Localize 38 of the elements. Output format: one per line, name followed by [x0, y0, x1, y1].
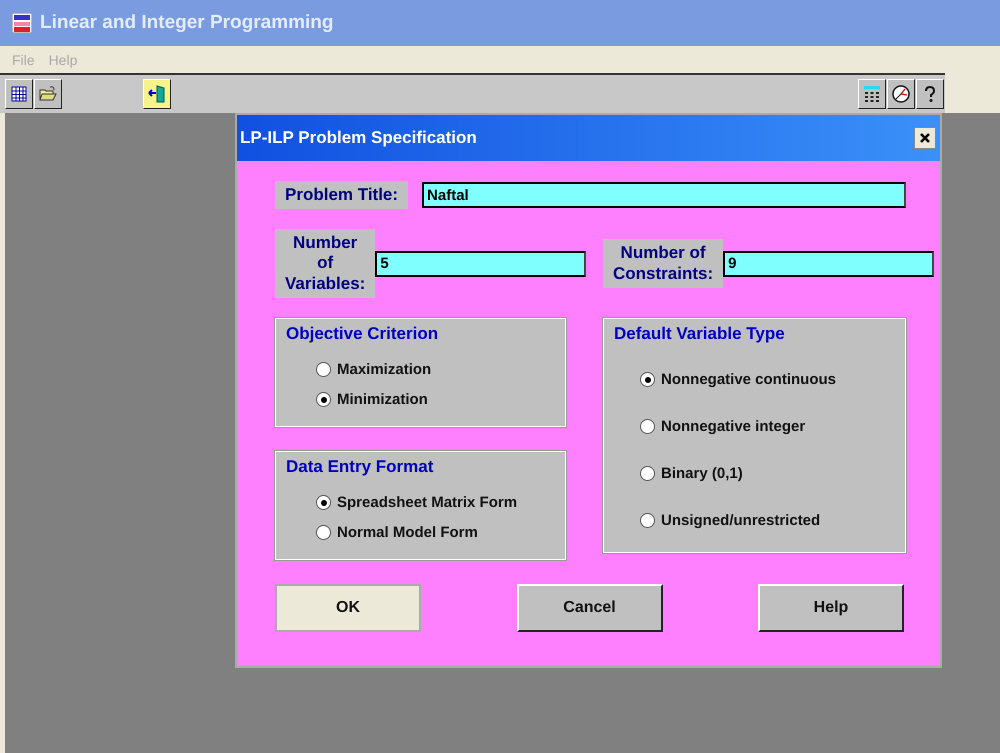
window-title: Linear and Integer Programming [40, 12, 334, 34]
radio-option[interactable]: Maximization [316, 361, 565, 378]
input-field[interactable]: Naftal [422, 182, 906, 208]
group-title: Default Variable Type [612, 324, 787, 344]
app-icon [12, 13, 32, 33]
dialog-button[interactable]: Cancel [516, 584, 662, 632]
group-title: Objective Criterion [284, 324, 440, 344]
input-field[interactable]: 5 [375, 250, 586, 277]
radio-option[interactable]: Minimization [316, 391, 565, 408]
radio-option[interactable]: Normal Model Form [316, 524, 565, 542]
dialog-title: LP-ILP Problem Specification [240, 128, 477, 148]
dialog-button[interactable]: Help [758, 584, 904, 632]
radio-option[interactable]: Nonnegative continuous [640, 371, 905, 388]
calculator-icon[interactable] [858, 79, 886, 109]
radio-option[interactable]: Unsigned/unrestricted [640, 512, 905, 530]
field-label: Problem Title: [275, 181, 408, 209]
field-label: Number of Constraints: [603, 239, 724, 288]
radio-option[interactable]: Spreadsheet Matrix Form [316, 494, 565, 512]
radio-button[interactable] [316, 392, 331, 408]
grid-icon[interactable] [5, 79, 33, 109]
field-label: Number of Variables: [275, 229, 376, 298]
exit-door-icon[interactable] [143, 79, 171, 109]
open-folder-icon[interactable] [34, 79, 62, 109]
radio-button[interactable] [640, 372, 655, 388]
close-icon[interactable] [914, 127, 936, 149]
radio-option[interactable]: Nonnegative integer [640, 418, 905, 436]
radio-button[interactable] [316, 495, 331, 510]
input-field[interactable]: 9 [723, 250, 934, 277]
dialog-button[interactable]: OK [275, 584, 421, 632]
help-icon[interactable] [916, 79, 944, 109]
radio-button[interactable] [640, 419, 655, 434]
group-title: Data Entry Format [284, 457, 436, 478]
radio-button[interactable] [640, 466, 655, 482]
radio-option[interactable]: Binary (0,1) [640, 465, 905, 482]
clock-icon[interactable] [887, 79, 915, 109]
radio-button[interactable] [640, 513, 655, 528]
radio-button[interactable] [316, 362, 331, 378]
radio-button[interactable] [316, 525, 331, 540]
